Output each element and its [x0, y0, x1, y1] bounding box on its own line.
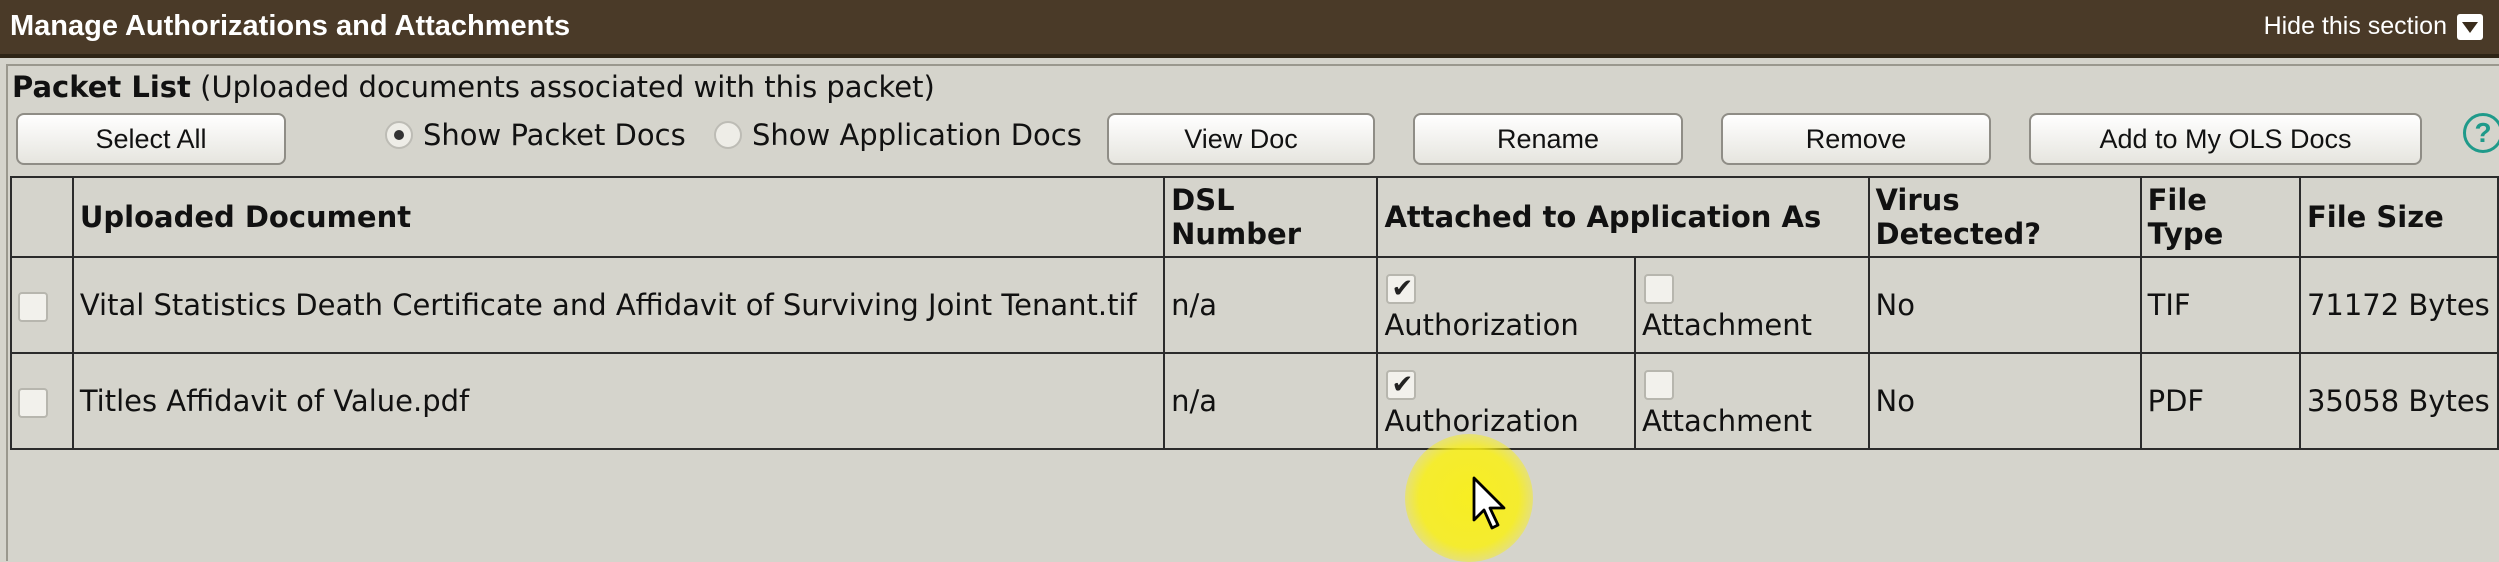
packet-table: Uploaded Document DSL Number Attached to …	[10, 176, 2499, 450]
authorization-checkbox[interactable]	[1386, 368, 1417, 402]
file-size-cell: 71172 Bytes	[2298, 256, 2499, 354]
rename-button[interactable]: Rename	[1413, 113, 1683, 165]
select-all-button[interactable]: Select All	[16, 113, 286, 165]
column-header-attached-as[interactable]: Attached to Application As	[1376, 176, 1870, 258]
radio-packet-label: Show Packet Docs	[423, 118, 686, 152]
dsl-number-cell: n/a	[1163, 256, 1379, 354]
virus-header-line1: Virus	[1875, 183, 1960, 217]
radio-unselected-icon[interactable]	[714, 121, 742, 149]
column-header-file-size[interactable]: File Size	[2298, 176, 2499, 258]
radio-application-label: Show Application Docs	[752, 118, 1082, 152]
add-to-ols-docs-button[interactable]: Add to My OLS Docs	[2029, 113, 2422, 165]
authorization-label: Authorization	[1384, 404, 1579, 438]
radio-show-application-docs[interactable]: Show Application Docs	[714, 118, 1082, 152]
attachment-label: Attachment	[1641, 308, 1812, 342]
column-header-virus-detected[interactable]: Virus Detected?	[1867, 176, 2142, 258]
file-size-cell: 35058 Bytes	[2298, 352, 2499, 450]
authorization-checkbox[interactable]	[1386, 272, 1417, 306]
row-select-checkbox[interactable]	[18, 292, 48, 322]
packet-list-label: Packet List	[12, 70, 191, 104]
attachment-cell: Attachment	[1633, 256, 1870, 354]
table-row[interactable]: Vital Statistics Death Certificate and A…	[10, 256, 2499, 354]
row-select-cell	[10, 256, 74, 354]
section-title: Manage Authorizations and Attachments	[10, 10, 571, 42]
attachment-cell: Attachment	[1633, 352, 1870, 450]
column-header-dsl-number[interactable]: DSL Number	[1163, 176, 1379, 258]
file-type-cell: PDF	[2139, 352, 2301, 450]
row-select-checkbox[interactable]	[18, 388, 48, 418]
remove-button[interactable]: Remove	[1721, 113, 1991, 165]
filetype-header-line2: Type	[2147, 217, 2224, 251]
table-row[interactable]: Titles Affidavit of Value.pdf n/a Author…	[10, 352, 2499, 450]
document-name-cell: Vital Statistics Death Certificate and A…	[71, 256, 1166, 354]
packet-list-title: Packet List (Uploaded documents associat…	[12, 70, 935, 104]
radio-show-packet-docs[interactable]: Show Packet Docs	[385, 118, 686, 152]
virus-detected-cell: No	[1867, 352, 2142, 450]
dsl-header-line2: Number	[1171, 217, 1302, 251]
authorization-cell: Authorization	[1376, 352, 1636, 450]
hide-section-label: Hide this section	[2263, 12, 2447, 40]
column-header-uploaded-document[interactable]: Uploaded Document	[71, 176, 1166, 258]
attachment-checkbox[interactable]	[1643, 274, 1674, 304]
radio-selected-icon[interactable]	[385, 121, 413, 149]
virus-detected-cell: No	[1867, 256, 2142, 354]
authorization-label: Authorization	[1384, 308, 1579, 342]
cursor-highlight	[1405, 434, 1533, 562]
authorization-cell: Authorization	[1376, 256, 1636, 354]
row-select-cell	[10, 352, 74, 450]
attachment-checkbox[interactable]	[1643, 370, 1674, 400]
file-type-cell: TIF	[2139, 256, 2301, 354]
chevron-down-icon[interactable]	[2457, 13, 2483, 40]
section-header: Manage Authorizations and Attachments Hi…	[0, 0, 2499, 58]
select-column-header	[10, 176, 74, 258]
packet-list-description: (Uploaded documents associated with this…	[190, 70, 935, 104]
hide-section-toggle[interactable]: Hide this section	[2264, 12, 2483, 41]
table-header-row: Uploaded Document DSL Number Attached to …	[10, 176, 2499, 258]
dsl-number-cell: n/a	[1163, 352, 1379, 450]
view-doc-button[interactable]: View Doc	[1107, 113, 1375, 165]
column-header-file-type[interactable]: File Type	[2139, 176, 2301, 258]
filetype-header-line1: File	[2147, 183, 2207, 217]
document-name-cell: Titles Affidavit of Value.pdf	[71, 352, 1166, 450]
help-icon[interactable]: ?	[2463, 113, 2499, 153]
dsl-header-line1: DSL	[1171, 183, 1235, 217]
mouse-pointer-icon	[1472, 476, 1506, 530]
attachment-label: Attachment	[1641, 404, 1812, 438]
virus-header-line2: Detected?	[1875, 217, 2042, 251]
